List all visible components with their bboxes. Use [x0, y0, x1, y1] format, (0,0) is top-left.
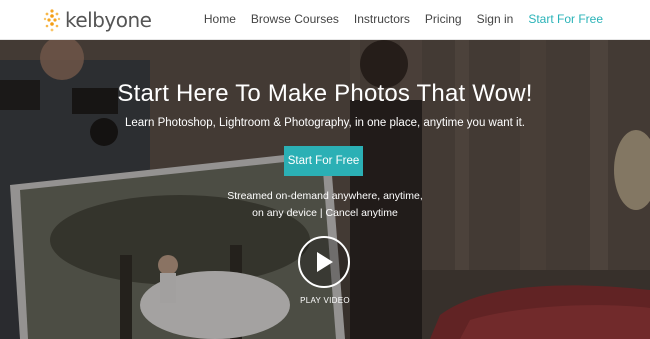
nav-pricing-link[interactable]: Pricing — [425, 11, 462, 27]
play-video-button[interactable] — [298, 236, 350, 288]
nav-sign-in-link[interactable]: Sign in — [477, 11, 514, 27]
start-for-free-button[interactable]: Start For Free — [284, 146, 363, 176]
logo-wordmark: kelbyone — [65, 8, 152, 32]
hero-subtitle: Learn Photoshop, Lightroom & Photography… — [125, 117, 525, 129]
play-icon — [317, 252, 333, 272]
streaming-info-line1: Streamed on-demand anywhere, anytime, — [227, 190, 423, 202]
nav-browse-courses-link[interactable]: Browse Courses — [251, 11, 339, 27]
nav-instructors-link[interactable]: Instructors — [354, 11, 410, 27]
hero-title: Start Here To Make Photos That Wow! — [117, 80, 533, 107]
logo-one-text: one — [115, 8, 152, 32]
kelbyone-logo[interactable]: kelbyone — [43, 6, 152, 34]
nav-home-link[interactable]: Home — [204, 11, 236, 27]
logo-kelby-text: kelby — [65, 8, 116, 32]
dot-burst-icon — [43, 9, 61, 32]
nav-start-for-free-link[interactable]: Start For Free — [528, 11, 603, 27]
hero-section: Start Here To Make Photos That Wow! Lear… — [0, 40, 650, 339]
play-video-label[interactable]: PLAY VIDEO — [0, 296, 650, 305]
main-nav: Home Browse Courses Instructors Pricing … — [189, 11, 603, 27]
streaming-info-line2: on any device | Cancel anytime — [252, 207, 398, 219]
site-header: kelbyone Home Browse Courses Instructors… — [0, 0, 650, 40]
